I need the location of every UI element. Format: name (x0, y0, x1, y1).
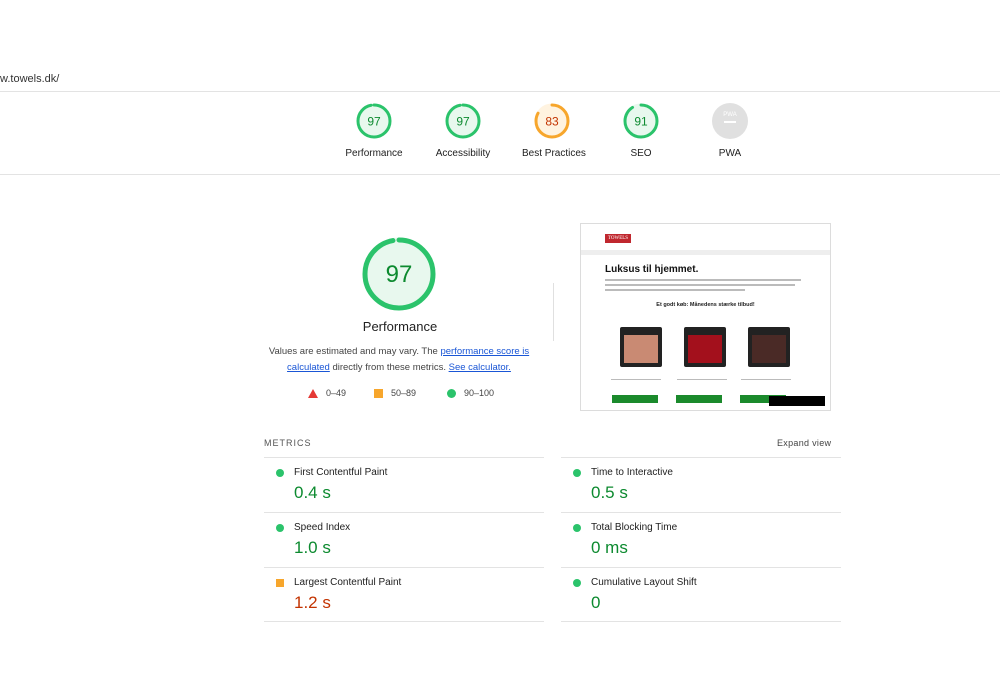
metric-name: Cumulative Layout Shift (591, 577, 697, 588)
gauge-score: 83 (545, 115, 559, 129)
metric-speed-index: Speed Index 1.0 s (264, 512, 544, 568)
gauge-pwa[interactable]: PWA PWA (700, 102, 760, 159)
performance-score-gauge: 97 (361, 236, 437, 312)
product-image (684, 327, 726, 367)
text-line (605, 279, 801, 281)
gauge-label: Accessibility (433, 148, 493, 159)
gauge-score: 97 (367, 115, 381, 129)
metric-value: 0 ms (591, 538, 628, 558)
divider (561, 621, 841, 622)
legend-average: 50–89 (374, 388, 416, 398)
pass-circle-icon (573, 469, 581, 477)
legend-range: 0–49 (326, 388, 346, 398)
metric-value: 0 (591, 593, 600, 613)
metric-name: Largest Contentful Paint (294, 577, 401, 588)
text-line (611, 379, 661, 380)
circle-icon (447, 389, 456, 398)
gauge-ring: 97 (444, 102, 482, 140)
separator (553, 283, 554, 341)
pwa-icon: PWA (711, 102, 749, 140)
divider (0, 91, 1000, 92)
legend-range: 50–89 (391, 388, 416, 398)
legend-fail: 0–49 (308, 388, 346, 398)
metric-name: First Contentful Paint (294, 467, 387, 478)
gauge-label: Performance (344, 148, 404, 159)
metric-cumulative-layout-shift: Cumulative Layout Shift 0 (561, 567, 841, 623)
note-text: directly from these metrics. (330, 362, 449, 373)
performance-title: Performance (300, 319, 500, 334)
metric-name: Speed Index (294, 522, 350, 533)
expand-view-button[interactable]: Expand view (777, 438, 831, 448)
page-url: w.towels.dk/ (0, 73, 59, 85)
text-line (741, 379, 791, 380)
square-icon (374, 389, 383, 398)
gauge-performance[interactable]: 97 Performance (344, 102, 404, 159)
site-topbar (581, 250, 830, 255)
site-logo: TOWELS (605, 234, 631, 243)
text-line (605, 289, 745, 291)
metric-total-blocking-time: Total Blocking Time 0 ms (561, 512, 841, 568)
metric-value: 0.5 s (591, 483, 628, 503)
metric-value: 1.0 s (294, 538, 331, 558)
divider (0, 174, 1000, 175)
gauge-label: SEO (611, 148, 671, 159)
legend-range: 90–100 (464, 388, 494, 398)
triangle-icon (308, 389, 318, 398)
pass-circle-icon (276, 524, 284, 532)
score-note: Values are estimated and may vary. The p… (268, 344, 530, 376)
text-line (605, 284, 795, 286)
site-heading: Luksus til hjemmet. (605, 264, 698, 275)
gauge-score: 91 (634, 115, 648, 129)
gauge-ring: 97 (355, 102, 393, 140)
product-button (612, 395, 658, 403)
gauge-accessibility[interactable]: 97 Accessibility (433, 102, 493, 159)
see-calculator-link[interactable]: See calculator. (449, 362, 511, 373)
metric-first-contentful-paint: First Contentful Paint 0.4 s (264, 457, 544, 513)
gauge-best-practices[interactable]: 83 Best Practices (522, 102, 582, 159)
pass-circle-icon (573, 579, 581, 587)
metric-name: Time to Interactive (591, 467, 673, 478)
legend-pass: 90–100 (447, 388, 494, 398)
gauge-label: Best Practices (522, 148, 582, 159)
gauge-ring: 91 (622, 102, 660, 140)
gauge-score: 97 (456, 115, 470, 129)
performance-score: 97 (386, 261, 413, 288)
metric-name: Total Blocking Time (591, 522, 677, 533)
gauge-ring: 83 (533, 102, 571, 140)
average-square-icon (276, 579, 284, 587)
site-subheading: Et godt køb: Månedens stærke tilbud! (581, 302, 830, 308)
metric-value: 0.4 s (294, 483, 331, 503)
text-line (677, 379, 727, 380)
svg-text:PWA: PWA (723, 112, 736, 118)
metric-value: 1.2 s (294, 593, 331, 613)
gauge-label: PWA (700, 148, 760, 159)
pass-circle-icon (276, 469, 284, 477)
product-image (748, 327, 790, 367)
pass-circle-icon (573, 524, 581, 532)
product-button (676, 395, 722, 403)
page-screenshot-thumbnail[interactable]: TOWELS Luksus til hjemmet. Et godt køb: … (580, 223, 831, 411)
metric-largest-contentful-paint: Largest Contentful Paint 1.2 s (264, 567, 544, 623)
note-text: Values are estimated and may vary. The (269, 346, 441, 357)
cookie-banner (769, 396, 825, 406)
product-image (620, 327, 662, 367)
metric-time-to-interactive: Time to Interactive 0.5 s (561, 457, 841, 513)
divider (264, 621, 544, 622)
gauge-seo[interactable]: 91 SEO (611, 102, 671, 159)
metrics-header: METRICS (264, 438, 312, 448)
